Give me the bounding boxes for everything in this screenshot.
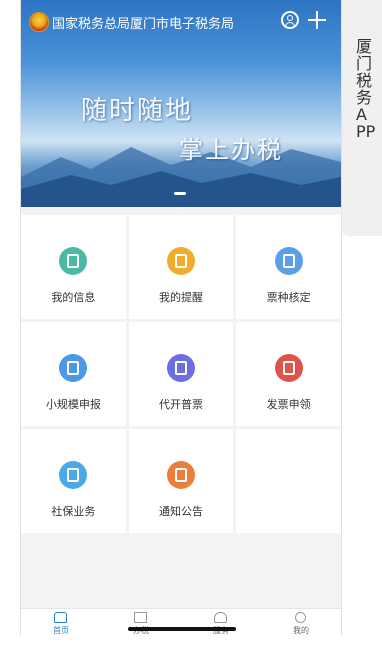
bell-icon: [166, 461, 195, 489]
monitor-icon: [59, 461, 88, 489]
top-bar: 国家税务总局厦门市电子税务局: [21, 0, 341, 40]
home-indicator: [128, 627, 236, 631]
slogan-line-1: 随时随地: [81, 96, 194, 126]
service-grid: 我的信息 我的提醒 票种核定 小规模申报 代开普票 发票申领 社保业务 通知公告: [21, 215, 341, 533]
tax-emblem-icon: [29, 12, 49, 32]
plus-icon[interactable]: [307, 10, 327, 30]
grid-item-label: 票种核定: [266, 291, 311, 304]
grid-item-label: 代开普票: [158, 398, 203, 411]
invoice-apply-icon: [274, 354, 303, 382]
list-icon: [134, 612, 147, 623]
grid-item-label: 小规模申报: [45, 398, 101, 411]
grid-item-issue-invoice[interactable]: 代开普票: [128, 322, 234, 426]
grid-item-my-reminder[interactable]: 我的提醒: [128, 215, 234, 319]
person-icon: [295, 612, 306, 623]
tab-home[interactable]: 首页: [21, 609, 101, 636]
grid-item-label: 我的提醒: [158, 291, 203, 304]
grid-item-social-security[interactable]: 社保业务: [21, 429, 126, 533]
grid-item-my-info[interactable]: 我的信息: [21, 215, 126, 319]
heart-icon: [214, 612, 227, 623]
banner: 国家税务总局厦门市电子税务局 随时随地 掌上办税: [21, 0, 341, 207]
user-icon: [59, 247, 88, 275]
org-title: 国家税务总局厦门市电子税务局: [52, 17, 235, 32]
app-caption: 厦门税务APP: [356, 37, 376, 141]
grid-item-small-scale-declare[interactable]: 小规模申报: [21, 322, 126, 426]
grid-empty-cell: [236, 429, 341, 533]
tab-bar: 首页 办税 服务 我的: [21, 608, 341, 636]
tab-service[interactable]: 服务: [181, 609, 261, 636]
send-icon: [59, 354, 88, 382]
grid-item-label: 社保业务: [51, 505, 96, 518]
tab-label: 我的: [293, 626, 309, 635]
grid-item-ticket-check[interactable]: 票种核定: [236, 215, 341, 319]
grid-item-label: 通知公告: [158, 505, 203, 518]
grid-item-label: 我的信息: [51, 291, 96, 304]
ticket-check-icon: [274, 247, 303, 275]
phone-screen: 国家税务总局厦门市电子税务局 随时随地 掌上办税 我的信息 我的提醒 票种核定 …: [20, 0, 342, 636]
tab-label: 首页: [53, 626, 69, 635]
invoice-icon: [166, 354, 195, 382]
user-icon[interactable]: [281, 11, 299, 29]
tab-tax[interactable]: 办税: [101, 609, 181, 636]
grid-item-notice[interactable]: 通知公告: [128, 429, 234, 533]
reminder-icon: [166, 247, 195, 275]
grid-item-label: 发票申领: [266, 398, 311, 411]
slogan-line-2: 掌上办税: [179, 136, 283, 164]
grid-item-invoice-apply[interactable]: 发票申领: [236, 322, 341, 426]
carousel-indicator[interactable]: [174, 192, 186, 195]
home-icon: [54, 612, 67, 623]
tab-mine[interactable]: 我的: [261, 609, 341, 636]
